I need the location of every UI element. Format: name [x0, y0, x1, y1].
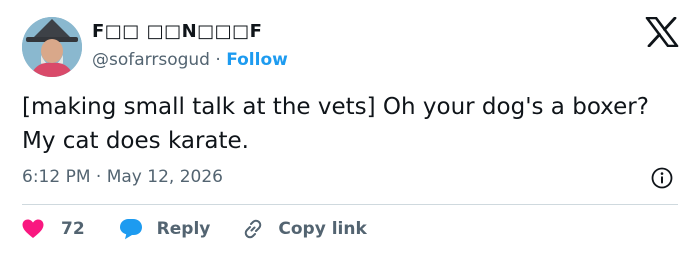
tweet-actions: 72 Reply Copy link — [22, 216, 367, 242]
author-handle-row: @sofarrsogud · Follow — [92, 50, 288, 70]
timestamp-separator: · — [95, 167, 102, 187]
reply-button[interactable]: Reply — [119, 218, 211, 240]
tweet-text: [making small talk at the vets] Oh your … — [22, 94, 649, 154]
heart-icon — [22, 219, 44, 239]
author-display-name[interactable]: F□□ □□N□□□F — [92, 21, 262, 42]
copy-link-label: Copy link — [278, 219, 367, 239]
like-button[interactable]: 72 — [22, 219, 85, 239]
tweet-time: 6:12 PM — [22, 167, 91, 187]
divider — [22, 204, 678, 205]
info-icon[interactable] — [651, 167, 673, 189]
tweet-timestamp[interactable]: 6:12 PM · May 12, 2026 — [22, 167, 223, 187]
handle-separator: · — [215, 50, 221, 70]
follow-button[interactable]: Follow — [226, 50, 288, 70]
author-handle[interactable]: @sofarrsogud — [92, 50, 210, 70]
tweet-date: May 12, 2026 — [106, 167, 223, 187]
link-icon — [242, 218, 264, 240]
like-count: 72 — [61, 219, 85, 239]
avatar[interactable] — [22, 17, 82, 77]
reply-bubble-icon — [119, 218, 143, 240]
copy-link-button[interactable]: Copy link — [242, 218, 367, 240]
x-logo-icon[interactable] — [645, 16, 679, 48]
reply-label: Reply — [156, 219, 211, 239]
